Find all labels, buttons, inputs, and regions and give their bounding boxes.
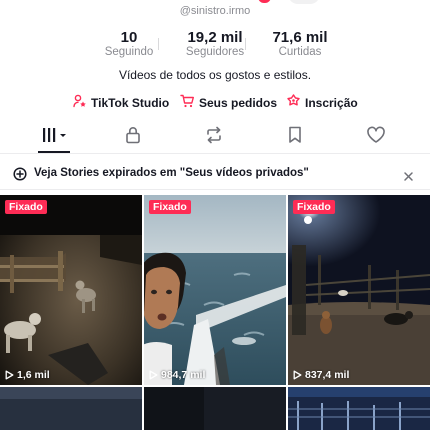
video-tile[interactable]: Fixado 1,6 mil <box>0 195 142 385</box>
person-star-icon <box>73 94 87 111</box>
video-tile[interactable] <box>288 387 430 430</box>
play-icon <box>5 370 14 380</box>
view-count-value: 1,6 mil <box>17 369 50 381</box>
view-count: 837,4 mil <box>293 369 349 381</box>
tiktok-studio-link[interactable]: TikTok Studio <box>73 94 169 111</box>
orders-label: Seus pedidos <box>199 95 278 110</box>
video-tile[interactable] <box>0 387 142 430</box>
view-count-value: 984,7 mil <box>161 369 206 381</box>
tab-liked[interactable] <box>362 126 390 148</box>
subscription-badge-icon <box>286 94 301 111</box>
cart-icon <box>180 94 195 111</box>
close-icon[interactable] <box>403 169 414 187</box>
banner-text: Veja Stories expirados em "Seus vídeos p… <box>34 167 309 179</box>
lock-icon <box>125 126 141 149</box>
heart-icon <box>366 126 386 149</box>
video-tile[interactable]: Fixado 837,4 mil <box>288 195 430 385</box>
profile-bio: Vídeos de todos os gostos e estilos. <box>118 68 312 82</box>
profile-tabs <box>0 122 430 154</box>
profile-handle: @sinistro.irmo <box>179 5 251 17</box>
repost-icon <box>204 126 224 149</box>
tab-private[interactable] <box>119 126 147 148</box>
view-count: 984,7 mil <box>149 369 205 381</box>
top-red-indicator <box>258 0 271 3</box>
pinned-badge: Fixado <box>149 200 191 214</box>
stat-likes-label: Curtidas <box>278 46 322 58</box>
profile-stats: 10 Seguindo 19,2 mil Seguidores 71,6 mil… <box>0 30 430 60</box>
subscription-label: Inscrição <box>305 95 358 110</box>
tab-videos[interactable] <box>40 126 68 148</box>
profile-links: TikTok Studio Seus pedidos Inscrição <box>0 94 430 110</box>
tab-saved[interactable] <box>281 126 309 148</box>
view-count-value: 837,4 mil <box>305 369 350 381</box>
video-thumbnail <box>0 195 142 385</box>
play-icon <box>293 370 302 380</box>
video-tile[interactable] <box>144 387 286 430</box>
subscription-link[interactable]: Inscrição <box>286 94 358 111</box>
tab-reposts[interactable] <box>200 126 228 148</box>
stat-likes[interactable]: 71,6 mil Curtidas <box>245 30 355 59</box>
orders-link[interactable]: Seus pedidos <box>180 94 277 111</box>
video-tile[interactable]: Fixado 984,7 mil <box>144 195 286 385</box>
active-tab-indicator <box>38 151 70 153</box>
pinned-badge: Fixado <box>293 200 335 214</box>
video-thumbnail <box>144 387 286 430</box>
stat-likes-value: 71,6 mil <box>272 29 328 46</box>
view-count: 1,6 mil <box>5 369 50 381</box>
grid-icon <box>40 126 68 149</box>
top-gray-button[interactable] <box>288 0 320 4</box>
stat-divider <box>158 38 159 50</box>
video-thumbnail <box>288 195 430 385</box>
video-thumbnail <box>144 195 286 385</box>
play-icon <box>149 370 158 380</box>
bookmark-icon <box>288 126 302 149</box>
pinned-badge: Fixado <box>5 200 47 214</box>
video-grid: Fixado 1,6 mil Fixado 984,7 mil Fixado 8… <box>0 195 430 430</box>
add-circle-icon <box>13 167 27 186</box>
video-thumbnail <box>288 387 430 430</box>
video-thumbnail <box>0 387 142 430</box>
expired-stories-banner[interactable]: Veja Stories expirados em "Seus vídeos p… <box>0 158 430 190</box>
tiktok-studio-label: TikTok Studio <box>91 95 170 110</box>
